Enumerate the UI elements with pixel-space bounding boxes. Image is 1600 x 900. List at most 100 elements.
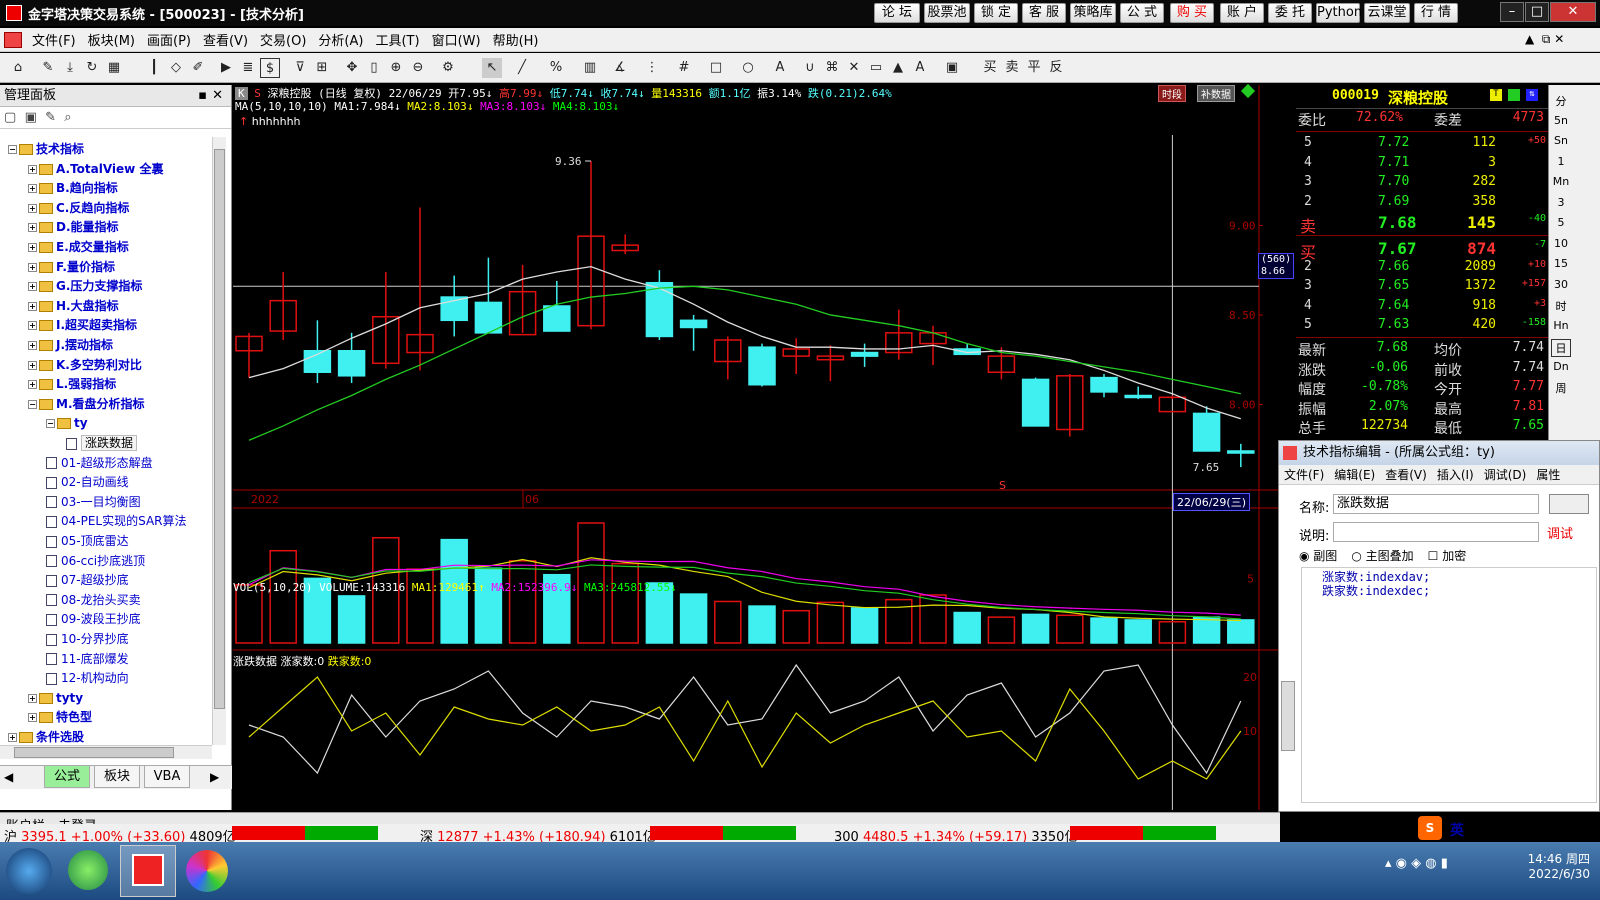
chart-svg[interactable]: 9.00 8.50 8.00 9.36 7.65 2022 06 S 5 20 10 bbox=[233, 85, 1295, 810]
filter-icon[interactable]: ⊽ bbox=[290, 58, 310, 78]
rect-icon[interactable]: □ bbox=[706, 58, 726, 78]
scroll-thumb[interactable] bbox=[214, 149, 225, 709]
percent-icon[interactable]: % bbox=[546, 58, 566, 78]
menu-item-7[interactable]: 窗口(W) bbox=[426, 30, 487, 49]
tree-item[interactable]: + 条件选股 bbox=[8, 727, 84, 745]
order-book-row[interactable]: 2 7.69 358 bbox=[1296, 194, 1548, 214]
pen-icon[interactable]: ✐ bbox=[188, 58, 208, 78]
menu-item-6[interactable]: 工具(T) bbox=[369, 30, 425, 49]
period-button-12[interactable]: 日 bbox=[1551, 339, 1571, 357]
chrome-icon[interactable] bbox=[186, 850, 228, 892]
period-button-6[interactable]: 5 bbox=[1551, 216, 1571, 229]
columns-icon[interactable]: ▥ bbox=[580, 58, 600, 78]
expand-icon[interactable]: + bbox=[28, 693, 37, 703]
main-overlay-radio[interactable]: ○ 主图叠加 bbox=[1351, 547, 1413, 564]
name-field[interactable]: 涨跌数据 bbox=[1333, 494, 1539, 514]
editor-menu-item-2[interactable]: 查看(V) bbox=[1380, 466, 1432, 483]
tree-item[interactable]: + B.趋向指标 bbox=[28, 178, 118, 198]
group-icon[interactable]: ⌘ bbox=[822, 58, 842, 78]
browser-icon[interactable] bbox=[68, 850, 108, 890]
tree-item[interactable]: 10-分界抄底 bbox=[46, 629, 129, 649]
tree-item[interactable]: 08-龙抬头买卖 bbox=[46, 590, 141, 610]
erase-icon[interactable]: ▭ bbox=[866, 58, 886, 78]
expand-icon[interactable]: + bbox=[28, 301, 37, 311]
expand-icon[interactable]: + bbox=[28, 184, 37, 194]
tray-icons[interactable]: ▴ ◉ ◈ ◍ ▮ bbox=[1385, 856, 1448, 871]
green-icon[interactable] bbox=[1508, 89, 1520, 101]
tree-item[interactable]: 03-一目均衡图 bbox=[46, 492, 141, 512]
menu-item-3[interactable]: 查看(V) bbox=[197, 30, 254, 49]
tree-item[interactable]: 02-自动画线 bbox=[46, 472, 129, 492]
line-icon[interactable]: ╱ bbox=[512, 58, 532, 78]
order-book-row[interactable]: 5 7.63 420 -158 bbox=[1296, 317, 1548, 337]
home-icon[interactable]: ⌂ bbox=[8, 58, 28, 78]
sogou-ime-icon[interactable]: S bbox=[1418, 816, 1442, 840]
top-button-11[interactable]: 行 情 bbox=[1414, 3, 1458, 23]
period-button-14[interactable]: 周 bbox=[1551, 380, 1571, 396]
editor-menu-item-3[interactable]: 插入(I) bbox=[1432, 466, 1479, 483]
period-button-7[interactable]: 10 bbox=[1551, 237, 1571, 250]
order-book-row[interactable]: 2 7.66 2089 +10 bbox=[1296, 259, 1548, 279]
lock-icon[interactable]: ▲ bbox=[888, 58, 908, 78]
circle-icon[interactable]: ○ bbox=[738, 58, 758, 78]
tree-item[interactable]: + C.反趋向指标 bbox=[28, 198, 129, 218]
pin-icon[interactable]: ▪ bbox=[198, 85, 207, 107]
delete-icon[interactable]: ✕ bbox=[844, 58, 864, 78]
diamond-icon[interactable]: ◇ bbox=[166, 58, 186, 78]
period-button-13[interactable]: Dn bbox=[1551, 360, 1571, 373]
expand-icon[interactable]: + bbox=[28, 341, 37, 350]
fill-data-button[interactable]: 补数据 bbox=[1197, 85, 1235, 102]
grid-icon[interactable]: ▦ bbox=[104, 58, 124, 78]
top-button-2[interactable]: 锁 定 bbox=[974, 3, 1018, 23]
desc-field[interactable] bbox=[1333, 522, 1539, 542]
swap-icon[interactable]: ⇅ bbox=[1526, 89, 1538, 101]
top-button-4[interactable]: 策略库 bbox=[1070, 3, 1116, 23]
dollar-icon[interactable]: $ bbox=[260, 58, 280, 78]
tree-item[interactable]: + D.能量指标 bbox=[28, 217, 119, 237]
top-button-7[interactable]: 账 户 bbox=[1220, 3, 1264, 23]
expand-icon[interactable]: − bbox=[28, 399, 37, 409]
refresh-icon[interactable]: ↻ bbox=[82, 58, 102, 78]
tree-item[interactable]: + 特色型 bbox=[28, 707, 92, 727]
expand-icon[interactable]: − bbox=[46, 419, 55, 429]
kline-icon[interactable]: ┃ bbox=[144, 58, 164, 78]
panel-tab-1[interactable]: 板块 bbox=[94, 766, 140, 788]
order-book-row[interactable]: 5 7.72 112 +50 bbox=[1296, 135, 1548, 155]
order-book-row[interactable]: 3 7.70 282 bbox=[1296, 174, 1548, 194]
menu-item-5[interactable]: 分析(A) bbox=[312, 30, 369, 49]
table-icon[interactable]: ⊞ bbox=[312, 58, 332, 78]
expand-icon[interactable]: + bbox=[28, 360, 37, 370]
menu-item-2[interactable]: 画面(P) bbox=[141, 30, 197, 49]
expand-icon[interactable]: + bbox=[28, 203, 37, 213]
tree-item[interactable]: − 技术指标 bbox=[8, 139, 84, 159]
ime-mode[interactable]: 英 bbox=[1450, 820, 1464, 840]
pointer-icon[interactable]: ↖ bbox=[482, 58, 502, 78]
tree-item[interactable]: 05-顶底雷达 bbox=[46, 531, 129, 551]
tree-item[interactable]: 涨跌数据 bbox=[66, 433, 138, 453]
order-book-row[interactable]: 4 7.71 3 bbox=[1296, 155, 1548, 175]
top-button-1[interactable]: 股票池 bbox=[924, 3, 970, 23]
edit-icon[interactable]: ✎ bbox=[45, 110, 56, 125]
magnet-icon[interactable]: ∪ bbox=[800, 58, 820, 78]
menu-item-0[interactable]: 文件(F) bbox=[26, 30, 82, 49]
list-icon[interactable]: ≣ bbox=[238, 58, 258, 78]
tree-item[interactable]: + A.TotalView 全裏 bbox=[28, 159, 163, 179]
editor-menu-item-4[interactable]: 调试(D) bbox=[1479, 466, 1532, 483]
top-button-9[interactable]: Python bbox=[1316, 3, 1362, 23]
tree-item[interactable]: 06-cci抄底逃顶 bbox=[46, 551, 145, 571]
font-color-icon[interactable]: A bbox=[910, 58, 930, 78]
expand-icon[interactable]: + bbox=[28, 713, 37, 723]
period-button-11[interactable]: Hn bbox=[1551, 319, 1571, 332]
period-button-3[interactable]: 1 bbox=[1551, 155, 1571, 168]
maximize-icon[interactable]: □ bbox=[1525, 2, 1549, 22]
close-position-icon[interactable]: 平 bbox=[1024, 58, 1044, 78]
expand-icon[interactable]: − bbox=[8, 145, 17, 154]
close-icon[interactable]: ✕ bbox=[1550, 2, 1596, 22]
tree-scrollbar[interactable] bbox=[212, 137, 226, 745]
search-icon[interactable]: ⌕ bbox=[64, 110, 71, 125]
panel-close-icon[interactable]: ✕ bbox=[212, 85, 223, 107]
bar-icon[interactable]: ▯ bbox=[364, 58, 384, 78]
tab-right-arrow[interactable]: ▶ bbox=[210, 770, 219, 784]
zoom-out-icon[interactable]: ⊖ bbox=[408, 58, 428, 78]
expand-icon[interactable]: + bbox=[8, 733, 17, 742]
